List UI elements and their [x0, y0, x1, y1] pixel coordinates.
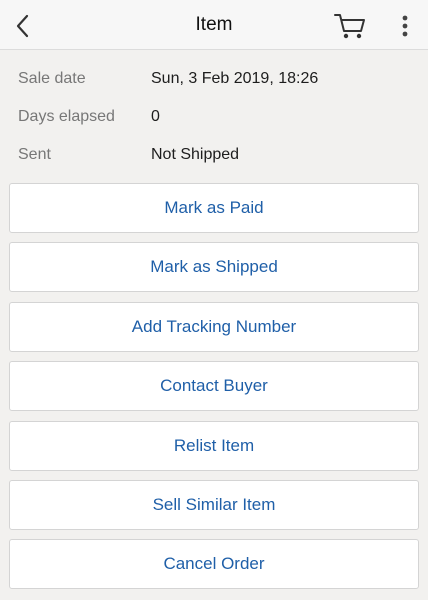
detail-value: Sun, 3 Feb 2019, 18:26	[151, 70, 319, 87]
more-vertical-icon	[402, 15, 408, 37]
detail-label: Sent	[18, 146, 51, 163]
detail-value: Not Shipped	[151, 146, 240, 163]
cart-button[interactable]	[334, 12, 366, 40]
detail-label: Sale date	[18, 70, 86, 87]
add-tracking-number-button[interactable]: Add Tracking Number	[9, 301, 419, 352]
detail-row-sale-date: Sale date Sun, 3 Feb 2019, 18:26	[0, 50, 428, 88]
sell-similar-item-button[interactable]: Sell Similar Item	[9, 479, 419, 530]
relist-item-button[interactable]: Relist Item	[9, 420, 419, 471]
more-options-button[interactable]	[398, 14, 412, 38]
cart-icon	[334, 14, 365, 39]
sale-details: Sale date Sun, 3 Feb 2019, 18:26 Days el…	[0, 50, 428, 164]
contact-buyer-button[interactable]: Contact Buyer	[9, 361, 419, 412]
detail-row-sent: Sent Not Shipped	[0, 126, 428, 164]
mark-as-paid-button[interactable]: Mark as Paid	[9, 183, 419, 233]
mark-as-shipped-button[interactable]: Mark as Shipped	[9, 242, 419, 293]
cancel-order-button[interactable]: Cancel Order	[9, 539, 419, 590]
detail-label: Days elapsed	[18, 108, 115, 125]
detail-value: 0	[151, 108, 160, 125]
detail-row-days-elapsed: Days elapsed 0	[0, 88, 428, 126]
top-bar: Item	[0, 0, 428, 50]
action-list: Mark as Paid Mark as Shipped Add Trackin…	[9, 183, 419, 599]
